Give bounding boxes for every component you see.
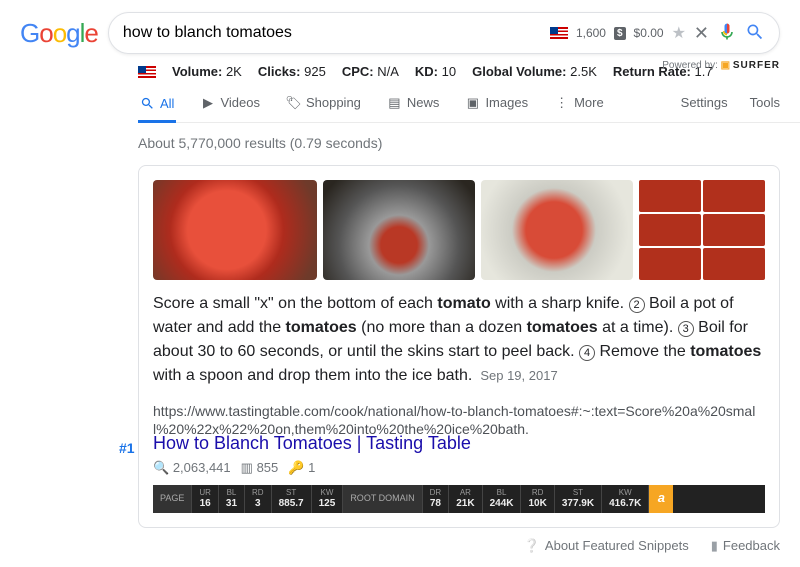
- search-volume-badge: 1,600: [576, 26, 606, 40]
- search-input[interactable]: [123, 24, 542, 42]
- tab-videos[interactable]: ▶Videos: [198, 85, 262, 122]
- seo-metrics-row: Volume: 2K Clicks: 925 CPC: N/A KD: 10 G…: [138, 58, 800, 85]
- image-icon: ▣: [465, 95, 480, 110]
- snippet-images[interactable]: [153, 180, 765, 280]
- search-icon: [140, 96, 155, 111]
- snippet-thumb[interactable]: [323, 180, 475, 280]
- tab-news[interactable]: ▤News: [385, 85, 442, 122]
- mic-icon[interactable]: [717, 22, 737, 45]
- help-icon: ❔: [524, 538, 540, 554]
- us-flag-icon: [138, 66, 156, 78]
- search-cost-badge: $0.00: [634, 26, 664, 40]
- magnifier-icon: 🔍: [153, 460, 169, 475]
- about-snippets-link[interactable]: ❔About Featured Snippets: [524, 538, 689, 554]
- google-logo[interactable]: Google: [20, 18, 98, 49]
- ahrefs-logo[interactable]: a: [649, 485, 673, 513]
- tools-link[interactable]: Tools: [750, 85, 780, 122]
- more-icon: ⋮: [554, 95, 569, 110]
- ahrefs-root-label: ROOT DOMAIN: [343, 485, 422, 513]
- result-url-block: https://www.tastingtable.com/cook/nation…: [153, 402, 765, 513]
- rank-badge: #1: [119, 439, 135, 457]
- featured-snippet: Score a small "x" on the bottom of each …: [138, 165, 780, 528]
- snippet-thumb[interactable]: [481, 180, 633, 280]
- key-icon: 🔑: [288, 460, 304, 475]
- snippet-footer-links: ❔About Featured Snippets ▮Feedback: [138, 538, 780, 554]
- ahrefs-page-label: PAGE: [153, 485, 192, 513]
- settings-link[interactable]: Settings: [681, 85, 728, 122]
- result-stats: About 5,770,000 results (0.79 seconds): [138, 123, 800, 165]
- search-header: Google 1,600 $ $0.00 ★ ✕: [0, 0, 800, 58]
- powered-by-badge: Powered by: ▣ SURFER: [662, 60, 780, 71]
- snippet-text: Score a small "x" on the bottom of each …: [153, 292, 765, 388]
- dollar-badge: $: [614, 27, 626, 40]
- feedback-icon: ▮: [711, 538, 718, 554]
- tab-images[interactable]: ▣Images: [463, 85, 530, 122]
- news-icon: ▤: [387, 95, 402, 110]
- us-flag-icon: [550, 27, 568, 39]
- feedback-link[interactable]: ▮Feedback: [711, 538, 780, 554]
- seo-page-stats: 🔍 2,063,441 ▥ 855 🔑 1: [153, 460, 765, 477]
- result-title-link[interactable]: How to Blanch Tomatoes | Tasting Table: [153, 432, 765, 455]
- words-icon: ▥: [241, 460, 253, 475]
- star-icon[interactable]: ★: [672, 23, 686, 43]
- tab-shopping[interactable]: 🏷Shopping: [284, 85, 363, 122]
- search-icon[interactable]: [745, 22, 765, 45]
- snippet-thumb[interactable]: [153, 180, 317, 280]
- search-box[interactable]: 1,600 $ $0.00 ★ ✕: [108, 12, 780, 54]
- search-tabs: All ▶Videos 🏷Shopping ▤News ▣Images ⋮Mor…: [138, 85, 800, 123]
- ahrefs-bar: PAGE UR16 BL31 RD3 ST885.7 KW125 ROOT DO…: [153, 485, 765, 513]
- tag-icon: 🏷: [286, 95, 301, 110]
- snippet-thumb[interactable]: [639, 180, 765, 280]
- tab-more[interactable]: ⋮More: [552, 85, 606, 122]
- play-icon: ▶: [200, 95, 215, 110]
- tab-all[interactable]: All: [138, 86, 176, 123]
- clear-icon[interactable]: ✕: [694, 23, 709, 44]
